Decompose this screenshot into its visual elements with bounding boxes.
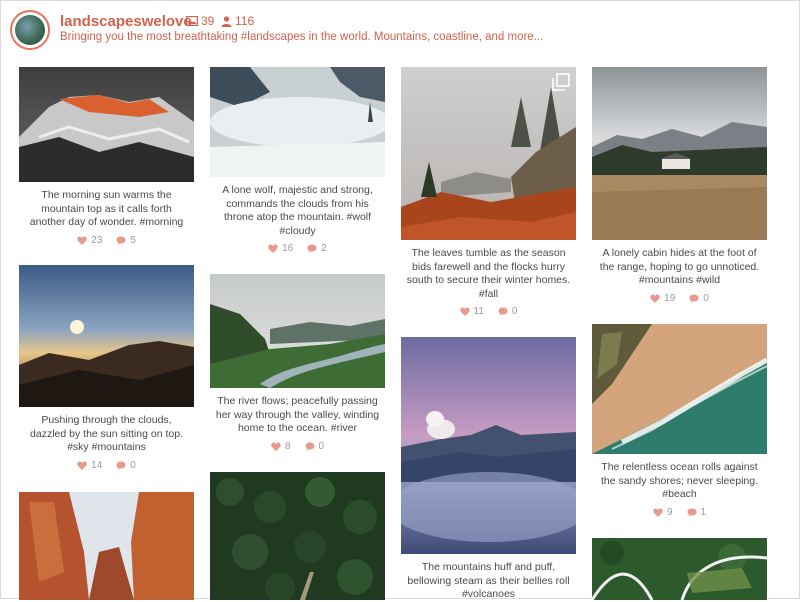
post-meta: 9 1 <box>592 507 767 518</box>
post-meta: 14 0 <box>19 460 194 471</box>
comment-bubble-icon[interactable] <box>498 307 508 316</box>
post-meta: 23 5 <box>19 235 194 246</box>
heart-icon[interactable] <box>268 244 278 253</box>
post-meta: 19 0 <box>592 293 767 304</box>
multiple-photos-icon <box>552 73 570 91</box>
heart-icon[interactable] <box>77 461 87 470</box>
comment-count: 0 <box>318 440 325 452</box>
like-count: 8 <box>284 440 291 452</box>
like-count: 14 <box>91 459 103 471</box>
post-caption: A lonely cabin hides at the foot of the … <box>599 247 760 286</box>
post-caption: A lone wolf, majestic and strong, comman… <box>222 184 373 237</box>
post-card[interactable] <box>210 472 385 600</box>
post-caption: The leaves tumble as the season bids far… <box>406 247 571 300</box>
comment-bubble-icon[interactable] <box>116 236 126 245</box>
comment-bubble-icon[interactable] <box>687 508 697 517</box>
post-caption: The morning sun warms the mountain top a… <box>29 189 184 228</box>
post-card[interactable]: A lonely cabin hides at the foot of the … <box>592 67 767 304</box>
comment-bubble-icon[interactable] <box>307 244 317 253</box>
like-count: 16 <box>282 243 294 254</box>
post-caption: The river flows; peacefully passing her … <box>215 395 380 434</box>
post-photo[interactable] <box>401 67 576 240</box>
post-photo[interactable] <box>592 538 767 600</box>
heart-icon[interactable] <box>653 508 663 517</box>
comment-count: 5 <box>130 234 136 246</box>
post-photo[interactable] <box>19 67 194 182</box>
post-photo[interactable] <box>210 274 385 388</box>
heart-icon[interactable] <box>77 236 87 245</box>
post-card[interactable]: The morning sun warms the mountain top a… <box>19 67 194 246</box>
post-photo[interactable] <box>19 265 194 407</box>
like-count: 9 <box>666 506 673 518</box>
post-photo[interactable] <box>210 472 385 600</box>
post-caption: The mountains huff and puff, bellowing s… <box>407 561 570 600</box>
post-photo[interactable] <box>210 67 385 177</box>
post-card[interactable]: The relentless ocean rolls against the s… <box>592 324 767 518</box>
comment-count: 0 <box>130 459 136 471</box>
like-count: 23 <box>91 234 103 246</box>
post-photo[interactable] <box>401 337 576 554</box>
post-card[interactable]: The leaves tumble as the season bids far… <box>401 67 576 317</box>
post-grid: The morning sun warms the mountain top a… <box>1 1 800 600</box>
post-photo[interactable] <box>19 492 194 600</box>
comment-count: 1 <box>700 506 707 518</box>
post-card[interactable] <box>19 492 194 600</box>
comment-bubble-icon[interactable] <box>689 294 699 303</box>
post-caption: The relentless ocean rolls against the s… <box>600 461 758 500</box>
post-meta: 11 0 <box>401 306 576 317</box>
post-card[interactable]: Pushing through the clouds, dazzled by t… <box>19 265 194 471</box>
post-photo[interactable] <box>592 324 767 454</box>
comment-count: 2 <box>321 243 327 254</box>
comment-count: 0 <box>511 306 518 317</box>
post-card[interactable]: The river flows; peacefully passing her … <box>210 274 385 452</box>
post-photo[interactable] <box>592 67 767 240</box>
post-caption: Pushing through the clouds, dazzled by t… <box>30 414 183 453</box>
post-card[interactable] <box>592 538 767 600</box>
like-count: 19 <box>664 292 676 304</box>
heart-icon[interactable] <box>650 294 660 303</box>
comment-bubble-icon[interactable] <box>116 461 126 470</box>
heart-icon[interactable] <box>271 442 281 451</box>
comment-bubble-icon[interactable] <box>305 442 315 451</box>
post-card[interactable]: A lone wolf, majestic and strong, comman… <box>210 67 385 254</box>
like-count: 11 <box>473 306 484 317</box>
post-meta: 16 2 <box>210 243 385 254</box>
heart-icon[interactable] <box>459 307 470 316</box>
comment-count: 0 <box>703 292 709 304</box>
post-card[interactable]: The mountains huff and puff, bellowing s… <box>401 337 576 602</box>
post-meta: 8 0 <box>210 441 385 452</box>
